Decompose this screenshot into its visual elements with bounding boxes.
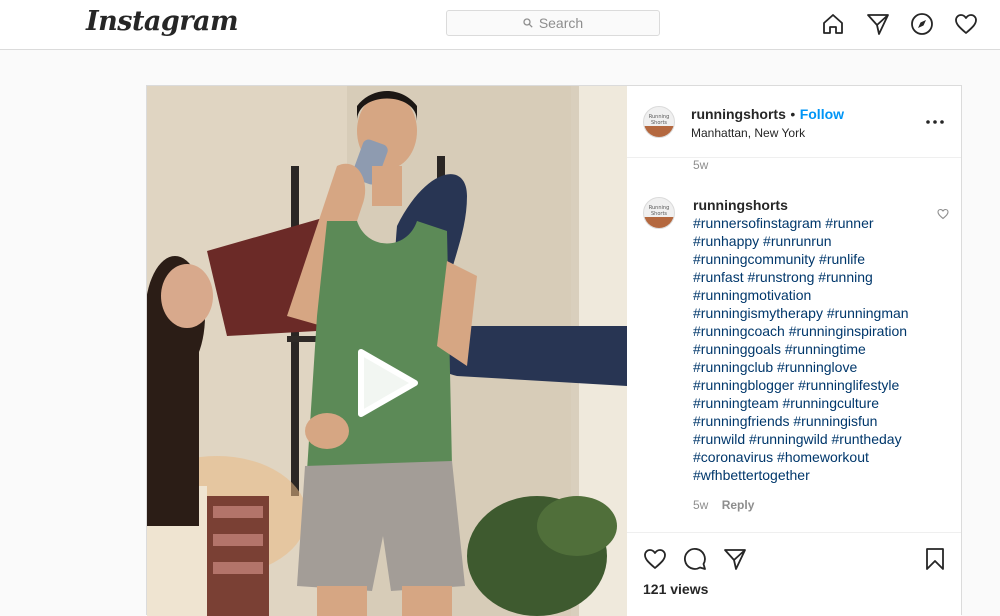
search-input[interactable]: Search xyxy=(446,10,660,36)
caption: runningshorts #runnersofinstagram #runne… xyxy=(693,196,929,484)
comment-bubble-icon[interactable] xyxy=(683,547,707,571)
post-location[interactable]: Manhattan, New York xyxy=(691,126,844,140)
hashtag-line[interactable]: #runningmotivation xyxy=(693,286,929,304)
hashtag-line[interactable]: #runningblogger #runninglifestyle xyxy=(693,376,929,394)
separator-dot: • xyxy=(790,106,796,122)
avatar-stripe xyxy=(644,126,674,137)
direct-message-icon[interactable] xyxy=(866,12,890,36)
like-comment-heart-icon[interactable] xyxy=(937,207,949,220)
hashtag-line[interactable]: #runningismytherapy #runningman xyxy=(693,304,929,322)
explore-icon[interactable] xyxy=(910,12,934,36)
caption-avatar[interactable]: Running Shorts xyxy=(643,197,675,229)
avatar-text: Running Shorts xyxy=(648,114,670,126)
search-icon xyxy=(523,18,533,28)
action-bar: 121 views xyxy=(627,532,961,616)
play-button[interactable] xyxy=(355,348,419,418)
top-timestamp: 5w xyxy=(693,158,709,172)
view-count[interactable]: 121 views xyxy=(643,581,708,597)
hashtag-line[interactable]: #runnersofinstagram #runner xyxy=(693,214,929,232)
caption-avatar-text: Running Shorts xyxy=(648,205,670,217)
hashtag-line[interactable]: #coronavirus #homeworkout xyxy=(693,448,929,466)
post-card: Running Shorts runningshorts • Follow Ma… xyxy=(146,85,962,616)
author-avatar[interactable]: Running Shorts xyxy=(643,106,675,138)
top-nav-bar: Instagram Search xyxy=(0,0,1000,50)
author-username[interactable]: runningshorts xyxy=(691,106,786,122)
hashtag-line[interactable]: #runningclub #runninglove xyxy=(693,358,929,376)
hashtag-line[interactable]: #runninggoals #runningtime xyxy=(693,340,929,358)
share-icon[interactable] xyxy=(723,547,747,571)
hashtag-line[interactable]: #runningteam #runningculture xyxy=(693,394,929,412)
save-bookmark-icon[interactable] xyxy=(923,547,947,571)
search-placeholder: Search xyxy=(538,15,584,31)
header-text: runningshorts • Follow Manhattan, New Yo… xyxy=(691,106,844,140)
hashtag-line[interactable]: #runhappy #runrunrun xyxy=(693,232,929,250)
hashtag-line[interactable]: #runningfriends #runningisfun xyxy=(693,412,929,430)
follow-button[interactable]: Follow xyxy=(800,106,844,122)
activity-heart-icon[interactable] xyxy=(954,12,978,36)
hashtag-line[interactable]: #runwild #runningwild #runtheday xyxy=(693,430,929,448)
reply-button[interactable]: Reply xyxy=(722,498,755,512)
post-header: Running Shorts runningshorts • Follow Ma… xyxy=(627,86,961,158)
caption-avatar-stripe xyxy=(644,217,674,228)
instagram-logo[interactable]: Instagram xyxy=(86,6,239,37)
post-sidebar: Running Shorts runningshorts • Follow Ma… xyxy=(627,86,961,616)
home-icon[interactable] xyxy=(821,12,845,36)
caption-timestamp: 5w xyxy=(693,498,709,512)
more-options-icon[interactable] xyxy=(923,112,947,132)
hashtag-line[interactable]: #wfhbettertogether xyxy=(693,466,929,484)
like-heart-icon[interactable] xyxy=(643,547,667,571)
caption-username[interactable]: runningshorts xyxy=(693,196,929,214)
post-video[interactable] xyxy=(147,86,627,616)
hashtag-line[interactable]: #runningcoach #runninginspiration xyxy=(693,322,929,340)
hashtag-line[interactable]: #runningcommunity #runlife xyxy=(693,250,929,268)
caption-meta: 5w Reply xyxy=(693,498,754,512)
hashtag-line[interactable]: #runfast #runstrong #running xyxy=(693,268,929,286)
